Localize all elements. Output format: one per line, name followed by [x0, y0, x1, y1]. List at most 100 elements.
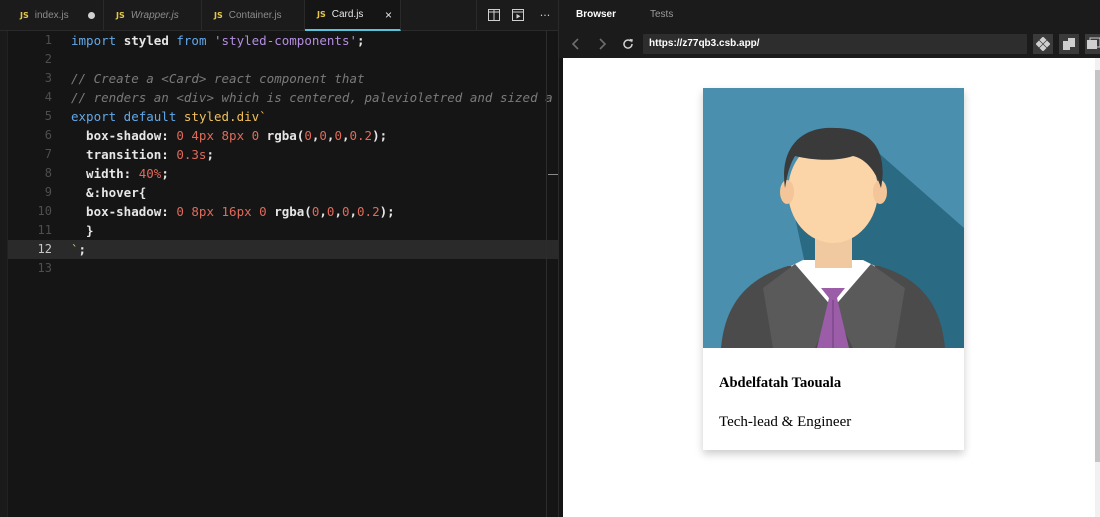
code-token: 0.3s [176, 147, 207, 162]
code-token: , [334, 204, 342, 219]
code-line[interactable]: 5 export default styled.div` [8, 107, 558, 126]
code-token: ; [78, 242, 87, 257]
close-tab-icon[interactable]: × [385, 8, 392, 22]
tab-card-js[interactable]: JS Card.js × [305, 0, 401, 31]
line-number: 1 [44, 33, 52, 47]
code-line[interactable]: 8 width: 40%; [8, 164, 558, 183]
unsaved-dot-icon [88, 12, 95, 19]
js-file-icon: JS [214, 11, 223, 20]
code-token: ; [357, 33, 365, 48]
line-number: 9 [44, 185, 52, 199]
line-number: 8 [44, 166, 52, 180]
code-text: &:hover{ [71, 183, 146, 202]
code-line[interactable]: 6 box-shadow: 0 4px 8px 0 rgba(0,0,0,0.2… [8, 126, 558, 145]
refresh-icon[interactable] [621, 37, 635, 51]
preview-icon[interactable] [510, 7, 526, 23]
editor-side-gutter [0, 31, 8, 517]
ruler-mark [548, 174, 558, 175]
tab-label: index.js [34, 10, 69, 21]
code-text: export default styled.div` [71, 107, 267, 126]
code-token: ); [379, 204, 395, 219]
code-token: // Create a <Card> react component that [71, 71, 365, 86]
code-token: styled.div [183, 109, 260, 124]
code-token: width: [71, 166, 139, 181]
js-file-icon: JS [116, 11, 125, 20]
line-number: 4 [44, 90, 52, 104]
tab-label: Wrapper.js [130, 10, 179, 21]
tab-container-js[interactable]: JS Container.js [202, 0, 305, 31]
code-token: // renders an <div> which is centered, p… [71, 90, 553, 105]
fullscreen-icon[interactable] [1085, 34, 1100, 54]
code-token: ); [372, 128, 388, 143]
code-token: 0.2 [357, 204, 380, 219]
code-token: 0 [334, 128, 342, 143]
code-token: 0 8px 16px 0 [176, 204, 275, 219]
line-number: 5 [44, 109, 52, 123]
line-number: 3 [44, 71, 52, 85]
browser-tab-bar: Browser Tests [559, 0, 1100, 31]
code-text: `; [71, 240, 86, 259]
line-number: 10 [37, 204, 52, 218]
split-view-icon[interactable] [486, 7, 502, 23]
code-line[interactable]: 4 // renders an <div> which is centered, … [8, 88, 558, 107]
code-token: 0 [304, 128, 312, 143]
code-text: import styled from 'styled-components'; [71, 31, 365, 50]
profile-name: Abdelfatah Taouala [719, 375, 842, 391]
preview-viewport[interactable]: Abdelfatah Taouala Tech-lead & Engineer [563, 58, 1100, 517]
tab-tests[interactable]: Tests [650, 9, 673, 20]
code-line[interactable]: 12 `; [8, 240, 558, 259]
pane-divider[interactable] [546, 31, 547, 517]
codesandbox-icon[interactable] [1033, 34, 1053, 54]
code-token: ` [259, 109, 267, 124]
code-line[interactable]: 1 import styled from 'styled-components'; [8, 31, 558, 50]
code-line[interactable]: 7 transition: 0.3s; [8, 145, 558, 164]
code-token: 0.2 [349, 128, 373, 143]
code-token: 0 4px 8px 0 [176, 128, 267, 143]
code-token: 0 [341, 204, 350, 219]
code-line[interactable]: 11 } [8, 221, 558, 240]
line-number: 6 [44, 128, 52, 142]
tab-index-js[interactable]: JS index.js [0, 0, 104, 31]
code-text: // Create a <Card> react component that [71, 69, 365, 88]
more-label: ··· [539, 8, 551, 22]
code-line[interactable]: 9 &:hover{ [8, 183, 558, 202]
browser-pane: Browser Tests https://z77qb3.csb.app/ Ab… [558, 0, 1100, 517]
more-icon[interactable]: ··· [537, 7, 553, 23]
code-text: } [71, 221, 94, 240]
code-token: &:hover{ [71, 185, 147, 200]
forward-icon[interactable] [595, 37, 609, 51]
tab-wrapper-js[interactable]: JS Wrapper.js [104, 0, 202, 31]
back-icon[interactable] [569, 37, 583, 51]
code-text: transition: 0.3s; [71, 145, 214, 164]
line-number: 7 [44, 147, 52, 161]
code-line[interactable]: 10 box-shadow: 0 8px 16px 0 rgba(0,0,0,0… [8, 202, 558, 221]
code-token: , [341, 128, 350, 143]
code-area[interactable]: 1 import styled from 'styled-components';… [8, 31, 558, 517]
profile-card[interactable]: Abdelfatah Taouala Tech-lead & Engineer [703, 88, 964, 450]
code-token: box-shadow: [71, 204, 177, 219]
code-token: 'styled-components' [214, 33, 358, 48]
address-bar: https://z77qb3.csb.app/ [559, 31, 1100, 58]
scrollbar-thumb[interactable] [1095, 70, 1100, 462]
code-token: ; [206, 147, 214, 162]
line-number: 13 [37, 261, 52, 275]
tab-browser[interactable]: Browser [576, 9, 616, 20]
url-input[interactable]: https://z77qb3.csb.app/ [643, 34, 1027, 54]
code-text: width: 40%; [71, 164, 169, 183]
toolbar-divider [476, 0, 477, 31]
code-line[interactable]: 13 [8, 259, 558, 278]
code-token: transition: [71, 147, 177, 162]
open-new-window-icon[interactable] [1059, 34, 1079, 54]
line-number: 11 [37, 223, 52, 237]
code-token: box-shadow: [71, 128, 177, 143]
js-file-icon: JS [317, 10, 326, 19]
code-token: from [176, 33, 215, 48]
code-text: box-shadow: 0 8px 16px 0 rgba(0,0,0,0.2)… [71, 202, 395, 221]
code-line[interactable]: 3 // Create a <Card> react component that [8, 69, 558, 88]
code-line[interactable]: 2 [8, 50, 558, 69]
code-token: export default [71, 109, 184, 124]
code-editor: JS index.js JS Wrapper.js JS Container.j… [0, 0, 558, 517]
code-token: ; [161, 166, 169, 181]
code-token: styled [123, 33, 177, 48]
code-token: rgba( [274, 204, 312, 219]
